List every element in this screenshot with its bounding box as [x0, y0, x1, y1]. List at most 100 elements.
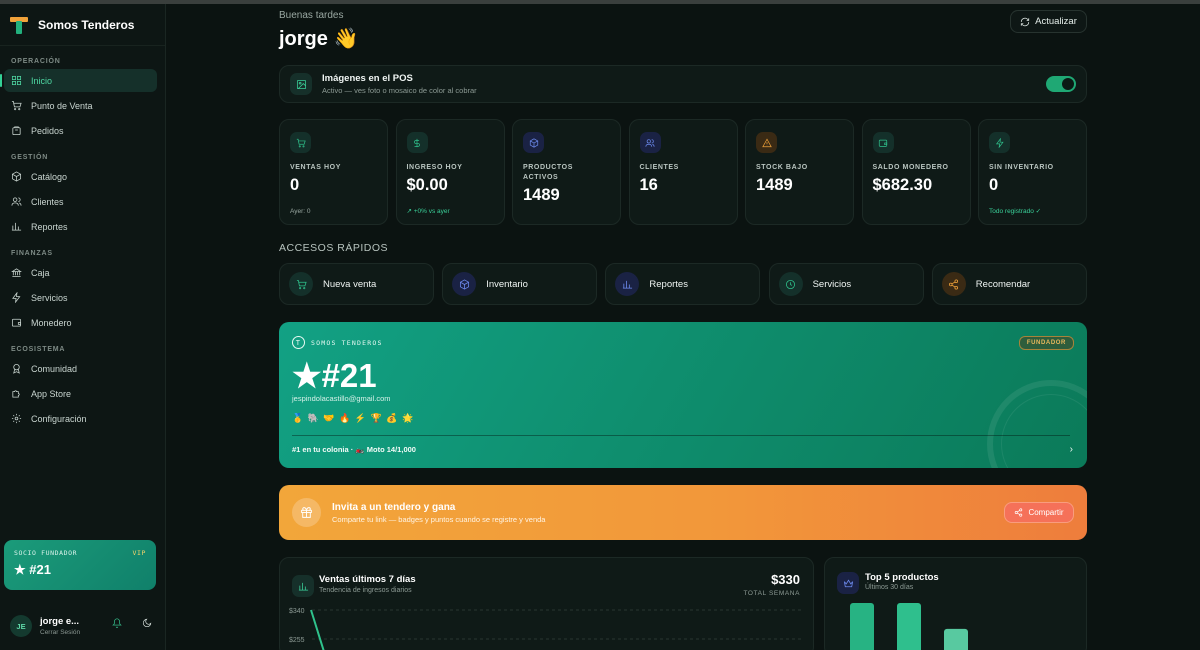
stat-card-saldo-monedero[interactable]: SALDO MONEDERO $682.30	[861, 119, 971, 225]
top-product-bar[interactable]	[897, 603, 921, 650]
vip-number: ★ #21	[14, 562, 51, 577]
stat-card-stock-bajo[interactable]: STOCK BAJO 1489	[745, 119, 854, 225]
sales-total-label: TOTAL SEMANA	[743, 590, 800, 597]
sidebar-item-inicio[interactable]: Inicio	[0, 69, 157, 92]
divider	[292, 435, 1070, 436]
bolt-icon	[995, 137, 1004, 148]
cart-icon	[296, 138, 306, 147]
greeting: Buenas tardes	[279, 10, 344, 21]
sales-chart-title: Ventas últimos 7 días	[319, 574, 416, 585]
nav-section-label: FINANZAS	[11, 250, 53, 257]
quick-recomendar-button[interactable]: Recomendar	[931, 263, 1087, 305]
chevron-right-icon[interactable]: ›	[1070, 444, 1073, 455]
sidebar-item-comunidad[interactable]: Comunidad	[4, 357, 157, 380]
clock-icon	[786, 279, 796, 289]
vip-card[interactable]: SOCIO FUNDADOR VIP ★ #21	[4, 540, 156, 590]
pos-images-toggle[interactable]	[1046, 76, 1076, 92]
stat-value: 1489	[756, 176, 793, 194]
sidebar-item-app-store[interactable]: App Store	[4, 382, 157, 405]
founder-badge: FUNDADOR	[1018, 336, 1074, 350]
stat-card-clientes[interactable]: CLIENTES 16	[628, 119, 738, 225]
sidebar-item-label: Caja	[31, 267, 50, 278]
sidebar-item-caja[interactable]: Caja	[4, 261, 157, 284]
stat-value: $682.30	[872, 176, 933, 194]
refresh-button[interactable]: Actualizar	[1010, 10, 1087, 33]
founder-card[interactable]: T SOMOS TENDEROS FUNDADOR ★#21 jespindola…	[279, 322, 1087, 468]
share-icon	[1015, 508, 1023, 517]
sidebar-item-punto-de-venta[interactable]: Punto de Venta	[4, 94, 157, 117]
logout-link[interactable]: Cerrar Sesión	[40, 629, 80, 636]
quick-inventario-button[interactable]: Inventario	[442, 263, 598, 305]
sidebar-item-label: Pedidos	[31, 125, 64, 136]
sidebar-item-reportes[interactable]: Reportes	[4, 215, 157, 238]
brand[interactable]: Somos Tenderos	[0, 4, 165, 46]
stat-card-ingreso-hoy[interactable]: INGRESO HOY $0.00 ↗ +0% vs ayer	[395, 119, 505, 225]
warning-icon	[756, 132, 777, 153]
sales-total: $330	[771, 572, 800, 587]
quick-label: Inventario	[486, 278, 528, 290]
stat-label: SIN INVENTARIO	[989, 164, 1054, 171]
dollar-icon	[406, 132, 428, 153]
quick-access-title: ACCESOS RÁPIDOS	[279, 242, 389, 254]
sales-line	[310, 609, 325, 650]
achievement-badges: 🥇 🐘 🤝 🔥 ⚡ 🏆 💰 🌟	[292, 413, 415, 423]
sidebar-item-label: Configuración	[31, 413, 87, 424]
wallet-icon	[872, 132, 894, 153]
box-icon	[523, 132, 544, 153]
avatar[interactable]: JE	[10, 615, 32, 637]
sidebar-item-clientes[interactable]: Clientes	[4, 190, 157, 213]
grid-icon	[11, 75, 22, 86]
y-tick-label: $255	[289, 637, 305, 644]
stat-foot: Ayer: 0	[290, 208, 311, 215]
brand-seal-icon: T	[292, 336, 305, 349]
sidebar-item-configuracion[interactable]: Configuración	[4, 407, 157, 430]
sidebar-item-servicios[interactable]: Servicios	[4, 286, 157, 309]
stat-label: PRODUCTOS ACTIVOS	[523, 164, 573, 181]
users-icon	[639, 132, 661, 153]
wallet-icon	[11, 318, 22, 327]
sidebar-item-label: Clientes	[31, 196, 64, 207]
invite-banner: Invita a un tendero y gana Comparte tu l…	[279, 485, 1087, 540]
stat-card-ventas-hoy[interactable]: VENTAS HOY 0 Ayer: 0	[279, 119, 388, 225]
window-top-border	[0, 0, 1200, 4]
quick-label: Reportes	[649, 278, 688, 290]
box-icon	[11, 171, 22, 182]
quick-reportes-button[interactable]: Reportes	[605, 263, 761, 305]
moon-icon[interactable]	[142, 618, 152, 628]
stat-card-productos-activos[interactable]: PRODUCTOS ACTIVOS 1489	[512, 119, 621, 225]
bar-chart-icon	[292, 575, 314, 597]
users-icon	[645, 138, 655, 147]
stats-row: VENTAS HOY 0 Ayer: 0 INGRESO HOY $0.00 ↗ +0% …	[279, 119, 1087, 225]
share-button[interactable]: Compartir	[1004, 502, 1074, 523]
gear-icon	[11, 413, 22, 424]
top-products-card: Top 5 productos Últimos 30 días	[824, 557, 1087, 650]
sidebar-nav: OPERACIÓN Inicio Punto de Venta Pedidos GEST…	[0, 58, 165, 430]
share-icon	[949, 279, 959, 289]
top-product-bar[interactable]	[944, 628, 968, 650]
quick-label: Servicios	[812, 278, 852, 290]
sidebar-item-catalogo[interactable]: Catálogo	[4, 165, 157, 188]
stat-label: VENTAS HOY	[290, 164, 341, 171]
sales-chart-card: $340 $255 Ventas últimos 7 días Tendencia…	[279, 557, 814, 650]
top-products-title: Top 5 productos	[865, 572, 939, 583]
warning-icon	[761, 138, 772, 147]
y-tick-label: $340	[289, 608, 305, 615]
bell-icon[interactable]	[112, 618, 122, 628]
clock-icon	[778, 272, 803, 296]
stat-card-sin-inventario[interactable]: SIN INVENTARIO 0 Todo registrado ✓	[978, 119, 1087, 225]
users-icon	[11, 197, 22, 206]
top-product-bar[interactable]	[850, 603, 874, 650]
sidebar-item-label: App Store	[31, 388, 72, 399]
invite-title: Invita a un tendero y gana	[332, 502, 456, 513]
gift-icon	[292, 498, 321, 527]
sidebar-item-label: Monedero	[31, 317, 72, 328]
sidebar-item-label: Servicios	[31, 292, 68, 303]
sidebar-item-pedidos[interactable]: Pedidos	[4, 119, 157, 142]
quick-nueva-venta-button[interactable]: Nueva venta	[279, 263, 434, 305]
stat-foot: Todo registrado ✓	[989, 208, 1042, 215]
quick-label: Nueva venta	[323, 278, 377, 290]
sidebar-item-label: Comunidad	[31, 363, 78, 374]
quick-servicios-button[interactable]: Servicios	[768, 263, 924, 305]
stat-value: 0	[989, 176, 999, 194]
sidebar-item-monedero[interactable]: Monedero	[4, 311, 157, 334]
